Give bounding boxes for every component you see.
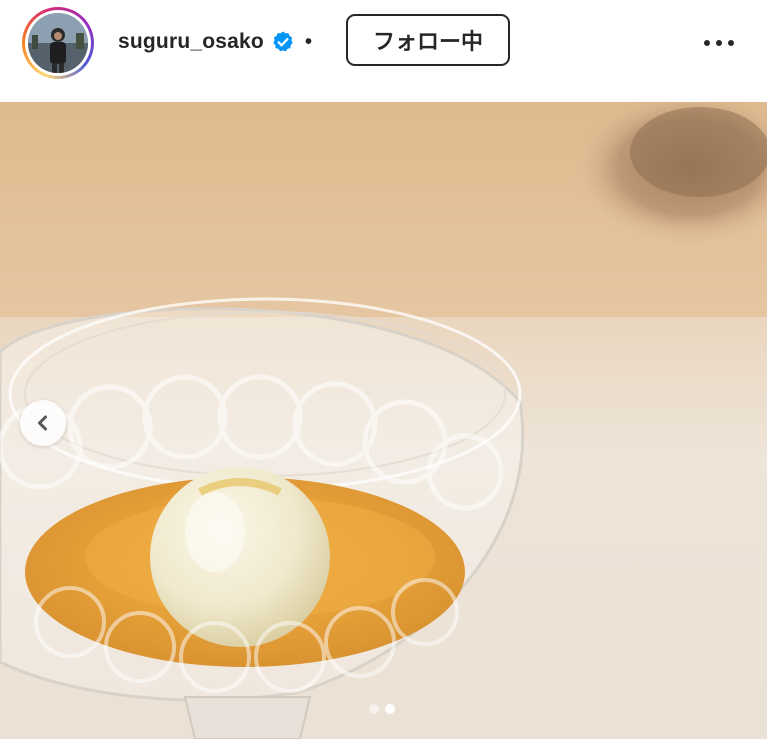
more-horizontal-icon	[704, 40, 734, 46]
following-button[interactable]: フォロー中	[346, 14, 510, 66]
post-header: suguru_osako • フォロー中	[0, 0, 767, 102]
story-ring[interactable]	[22, 7, 94, 79]
avatar[interactable]	[28, 13, 88, 73]
post-media[interactable]	[0, 102, 767, 739]
carousel-dot-active	[385, 704, 395, 714]
verified-badge-icon	[271, 30, 295, 54]
separator-dot: •	[304, 30, 312, 53]
dessert-photo	[0, 102, 767, 739]
username[interactable]: suguru_osako	[118, 30, 264, 54]
username-row: suguru_osako •	[118, 24, 312, 60]
carousel-indicator	[369, 704, 395, 714]
chevron-left-icon	[38, 415, 47, 431]
previous-slide-button[interactable]	[20, 400, 66, 446]
carousel-dot	[369, 704, 379, 714]
more-options-button[interactable]	[700, 30, 738, 56]
avatar-image	[28, 13, 88, 73]
